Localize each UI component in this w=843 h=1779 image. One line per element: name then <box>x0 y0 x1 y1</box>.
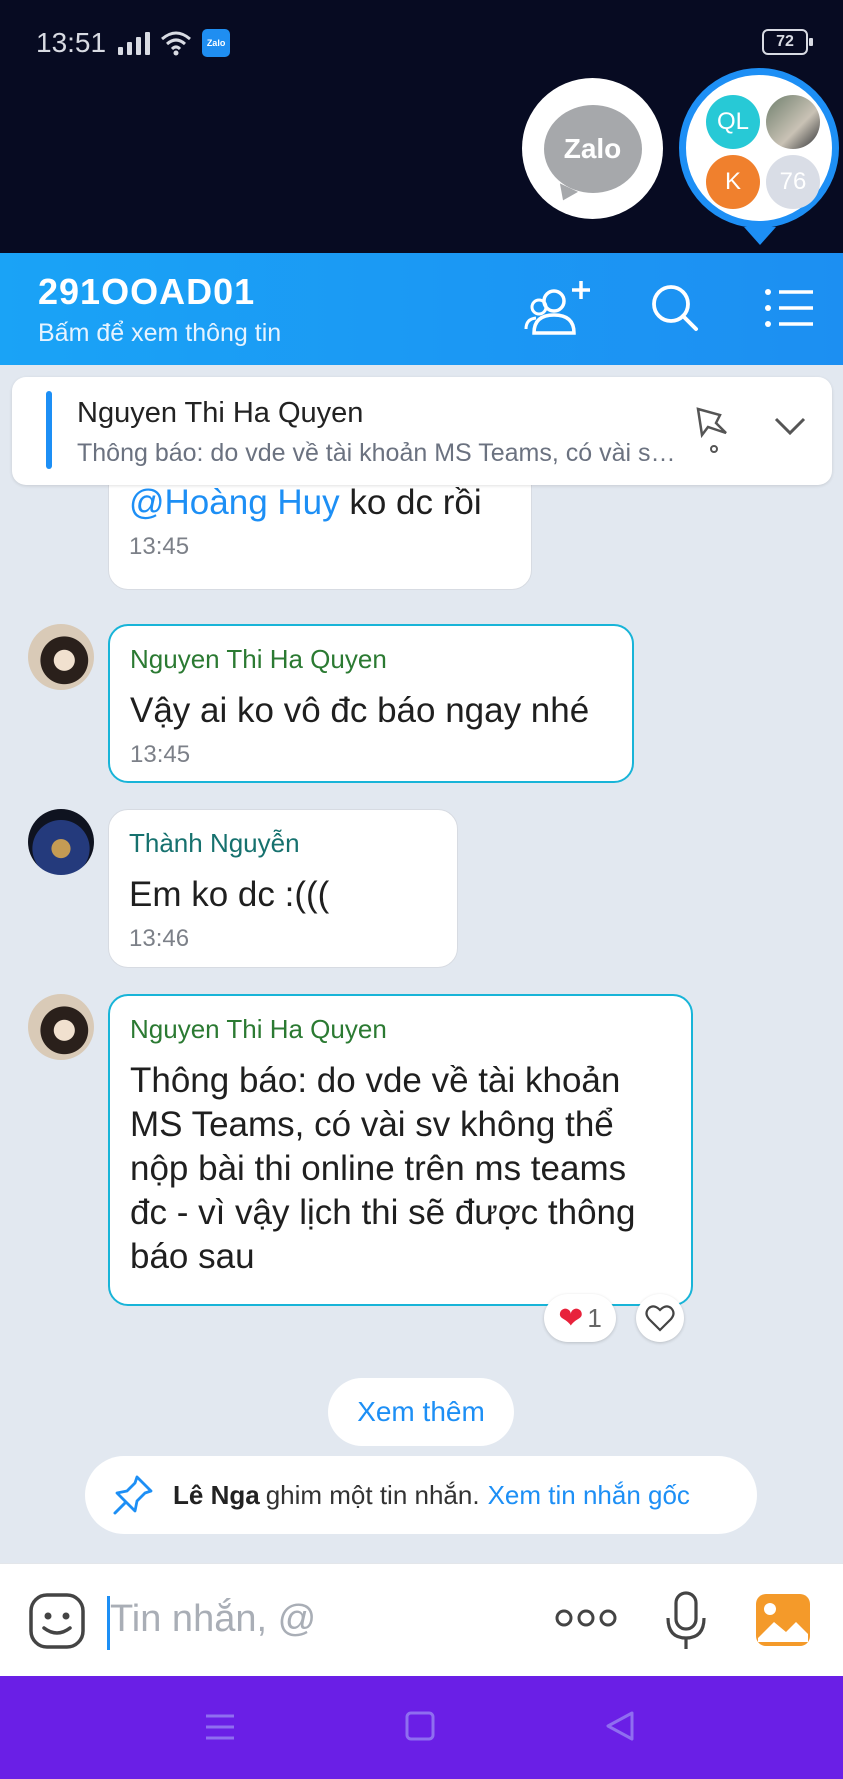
view-original-link[interactable]: Xem tin nhắn gốc <box>488 1480 690 1511</box>
chevron-down-icon[interactable] <box>770 407 810 447</box>
message-input-bar[interactable]: Tin nhắn, @ <box>0 1563 843 1676</box>
heart-reaction-icon: ❤ <box>558 1301 584 1335</box>
pinned-accent-bar <box>46 391 52 469</box>
system-navigation-bar <box>0 1676 843 1779</box>
group-chat-head[interactable]: QL K 76 <box>679 68 839 245</box>
more-options-icon[interactable] <box>554 1606 618 1630</box>
reaction-count: 1 <box>587 1302 602 1333</box>
wifi-icon <box>161 31 192 56</box>
message-time: 13:45 <box>129 533 190 560</box>
group-title[interactable]: 291OOAD01 <box>38 271 255 313</box>
pinned-preview: Thông báo: do vde về tài khoản MS Teams,… <box>77 439 677 467</box>
image-gallery-icon[interactable] <box>754 1592 812 1648</box>
pin-icon <box>113 1475 153 1515</box>
message-text: Em ko dc :((( <box>129 875 330 914</box>
zalo-logo-icon: Zalo <box>543 104 642 193</box>
zalo-chat-head[interactable]: Zalo <box>522 78 663 219</box>
microphone-icon[interactable] <box>664 1590 708 1652</box>
chat-header[interactable]: 291OOAD01 Bấm để xem thông tin <box>0 253 843 365</box>
see-more-button[interactable]: Xem thêm <box>328 1378 514 1446</box>
pinned-sender: Nguyen Thi Ha Quyen <box>77 397 364 429</box>
message-bubble[interactable]: Thành Nguyễn Em ko dc :((( 13:46 <box>108 809 458 968</box>
message-text: Thông báo: do vde về tài khoản MS Teams,… <box>130 1061 636 1276</box>
reaction-summary[interactable]: ❤ 1 <box>544 1294 616 1342</box>
avatar[interactable] <box>28 994 94 1060</box>
signal-icon <box>118 31 151 55</box>
message-bubble[interactable]: Nguyen Thi Ha Quyen Vậy ai ko vô đc báo … <box>108 624 634 783</box>
sender-name[interactable]: Nguyen Thi Ha Quyen <box>130 1014 671 1045</box>
battery-icon: 72 <box>762 29 813 55</box>
avatar[interactable] <box>28 624 94 690</box>
pin-action-text: ghim một tin nhắn. <box>265 1479 480 1510</box>
group-subtitle[interactable]: Bấm để xem thông tin <box>38 319 281 348</box>
sticker-icon[interactable] <box>28 1592 86 1650</box>
message-text: Vậy ai ko vô đc báo ngay nhé <box>130 691 590 730</box>
group-avatar: K <box>706 155 760 209</box>
status-bar: 13:51 Zalo <box>36 24 231 62</box>
message-time: 13:46 <box>129 925 190 952</box>
home-icon[interactable] <box>404 1710 436 1742</box>
heart-outline-icon <box>645 1305 675 1332</box>
pin-user-name: Lê Nga <box>173 1479 260 1510</box>
group-member-count: 76 <box>766 155 820 209</box>
zalo-notification-icon: Zalo <box>202 29 231 57</box>
message-input[interactable]: Tin nhắn, @ <box>110 1598 316 1641</box>
sender-name[interactable]: Thành Nguyễn <box>129 828 437 859</box>
recent-apps-icon[interactable] <box>204 1712 236 1742</box>
back-icon[interactable] <box>604 1710 636 1742</box>
group-avatar: QL <box>706 95 760 149</box>
message-time: 13:45 <box>130 741 191 768</box>
status-time: 13:51 <box>36 27 107 58</box>
pin-system-note: Lê Nga ghim một tin nhắn. Xem tin nhắn g… <box>85 1456 757 1534</box>
message-bubble[interactable]: Nguyen Thi Ha Quyen Thông báo: do vde về… <box>108 994 693 1306</box>
add-member-icon[interactable] <box>524 275 594 341</box>
avatar[interactable] <box>28 809 94 875</box>
mention-link[interactable]: @Hoàng Huy <box>129 483 340 522</box>
group-avatar-photo <box>766 95 820 149</box>
message-text: @Hoàng Huy ko dc rồi <box>129 483 482 522</box>
search-icon[interactable] <box>640 275 710 341</box>
pinned-message-banner[interactable]: Nguyen Thi Ha Quyen Thông báo: do vde về… <box>12 377 832 485</box>
menu-icon[interactable] <box>755 275 825 341</box>
react-button[interactable] <box>636 1294 684 1342</box>
unpin-icon[interactable] <box>690 401 738 457</box>
sender-name[interactable]: Nguyen Thi Ha Quyen <box>130 644 612 675</box>
